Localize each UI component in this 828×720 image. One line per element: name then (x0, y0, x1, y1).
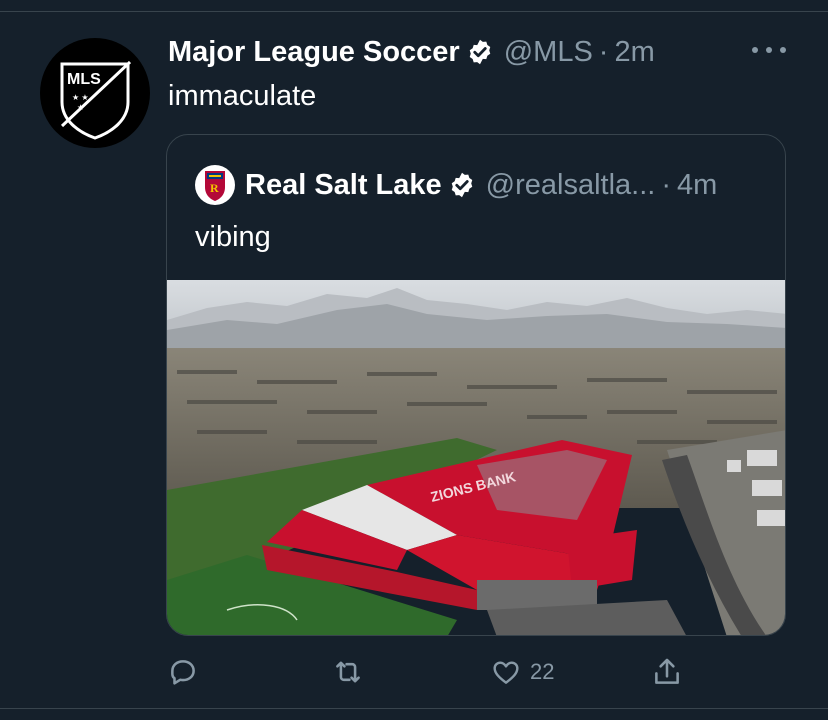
top-divider (0, 11, 828, 12)
bottom-divider (0, 708, 828, 709)
quoted-verified-badge-icon (451, 172, 472, 198)
stadium-aerial-video[interactable]: ZIONS BANK (167, 280, 785, 635)
svg-text:★ ★: ★ ★ (72, 93, 89, 102)
quoted-author-handle[interactable]: @realsaltla... (486, 169, 656, 202)
tweet-time[interactable]: 2m (614, 36, 654, 69)
svg-text:R: R (210, 181, 219, 195)
stadium-aerial-image: ZIONS BANK (167, 280, 785, 635)
quoted-separator-dot: · (661, 168, 671, 201)
verified-badge-icon (469, 39, 490, 65)
separator-dot: · (598, 35, 609, 68)
author-handle[interactable]: @MLS (504, 36, 593, 69)
share-icon (655, 658, 679, 684)
reply-button[interactable] (166, 652, 200, 692)
svg-text:★: ★ (77, 103, 84, 112)
like-button[interactable]: 22 (490, 652, 554, 692)
like-count: 22 (530, 659, 555, 684)
quoted-tweet-time[interactable]: 4m (677, 169, 717, 202)
heart-icon (493, 661, 519, 684)
tweet-header: Major League Soccer @MLS · 2m (168, 32, 655, 72)
mls-logo-icon: MLS ★ ★ ★ (60, 60, 132, 140)
avatar-text: MLS (67, 71, 101, 88)
quoted-author-name[interactable]: Real Salt Lake (245, 169, 442, 202)
quoted-tweet-header: R Real Salt Lake @realsaltla... · 4m (195, 165, 717, 205)
rsl-avatar: R (195, 165, 235, 205)
mls-avatar[interactable]: MLS ★ ★ ★ (40, 38, 150, 148)
retweet-button[interactable] (330, 652, 366, 692)
more-options-icon[interactable] (752, 40, 786, 60)
author-name[interactable]: Major League Soccer (168, 36, 460, 69)
rsl-crest-icon: R (205, 171, 225, 201)
quoted-tweet[interactable]: R Real Salt Lake @realsaltla... · 4m vib… (166, 134, 786, 636)
reply-icon (171, 660, 195, 685)
retweet-icon (336, 661, 360, 683)
share-button[interactable] (650, 652, 684, 692)
tweet-actions: 22 (0, 652, 828, 692)
quoted-tweet-text: vibing (195, 221, 271, 253)
tweet-text: immaculate (168, 80, 317, 112)
